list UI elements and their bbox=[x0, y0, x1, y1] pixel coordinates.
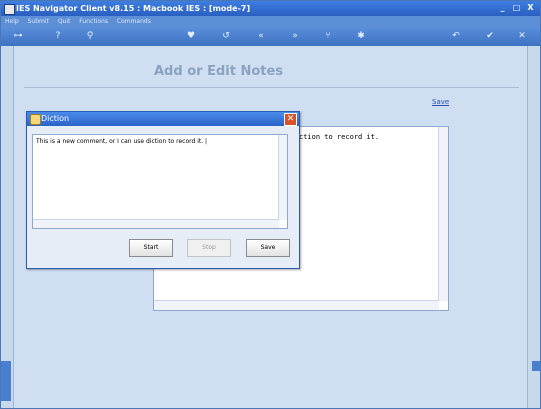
menu-submit[interactable]: Submit bbox=[28, 18, 49, 25]
diction-text: This is a new comment, or I can use dict… bbox=[36, 138, 208, 145]
heart-icon[interactable]: ♥ bbox=[184, 30, 198, 42]
side-panel-tab-right[interactable] bbox=[532, 361, 540, 371]
diction-horizontal-scrollbar[interactable] bbox=[33, 219, 279, 228]
save-link[interactable]: Save bbox=[432, 98, 449, 106]
help-icon[interactable]: ? bbox=[51, 30, 65, 42]
previous-icon[interactable]: « bbox=[254, 30, 268, 42]
app-window: IES Navigator Client v8.15 : Macbook IES… bbox=[0, 0, 541, 409]
diction-dialog: Diction ✕ This is a new comment, or I ca… bbox=[26, 111, 300, 269]
diction-textarea[interactable]: This is a new comment, or I can use dict… bbox=[32, 134, 288, 229]
close-icon[interactable]: ✕ bbox=[515, 30, 529, 42]
save-button[interactable]: Save bbox=[246, 239, 290, 257]
menu-bar: Help Submit Quit Functions Commands bbox=[1, 16, 540, 27]
diction-vertical-scrollbar[interactable] bbox=[278, 135, 287, 220]
gear-icon[interactable]: ✱ bbox=[354, 30, 368, 42]
page-title: Add or Edit Notes bbox=[154, 64, 284, 79]
notes-vertical-scrollbar[interactable] bbox=[438, 127, 448, 301]
side-panel-tab[interactable] bbox=[1, 361, 11, 401]
toolbar: ⊶ ? ⚲ ♥ ↺ « » ⑂ ✱ ↶ ✔ ✕ bbox=[1, 27, 540, 46]
menu-commands[interactable]: Commands bbox=[117, 18, 151, 25]
tree-icon[interactable]: ⑂ bbox=[321, 30, 335, 42]
menu-functions[interactable]: Functions bbox=[79, 18, 108, 25]
title-bar: IES Navigator Client v8.15 : Macbook IES… bbox=[1, 1, 540, 16]
app-icon bbox=[4, 4, 15, 15]
dialog-close-button[interactable]: ✕ bbox=[284, 113, 297, 126]
menu-help[interactable]: Help bbox=[5, 18, 19, 25]
check-icon[interactable]: ✔ bbox=[483, 30, 497, 42]
back-icon[interactable]: ↶ bbox=[449, 30, 463, 42]
dialog-title: Diction bbox=[41, 114, 70, 123]
notes-horizontal-scrollbar[interactable] bbox=[154, 300, 439, 310]
key-icon[interactable]: ⊶ bbox=[11, 30, 25, 42]
dialog-title-bar: Diction ✕ bbox=[27, 112, 299, 126]
stop-button[interactable]: Stop bbox=[187, 239, 231, 257]
minimize-button[interactable]: _ bbox=[497, 2, 508, 13]
window-title: IES Navigator Client v8.15 : Macbook IES… bbox=[16, 4, 251, 13]
menu-quit[interactable]: Quit bbox=[58, 18, 71, 25]
refresh-icon[interactable]: ↺ bbox=[219, 30, 233, 42]
start-button[interactable]: Start bbox=[129, 239, 173, 257]
maximize-button[interactable]: □ bbox=[511, 2, 522, 13]
search-icon[interactable]: ⚲ bbox=[83, 30, 97, 42]
divider bbox=[24, 87, 519, 88]
notes-text: ction to record it. bbox=[299, 133, 380, 141]
close-button[interactable]: X bbox=[525, 2, 536, 13]
next-icon[interactable]: » bbox=[288, 30, 302, 42]
diction-icon bbox=[30, 114, 41, 125]
